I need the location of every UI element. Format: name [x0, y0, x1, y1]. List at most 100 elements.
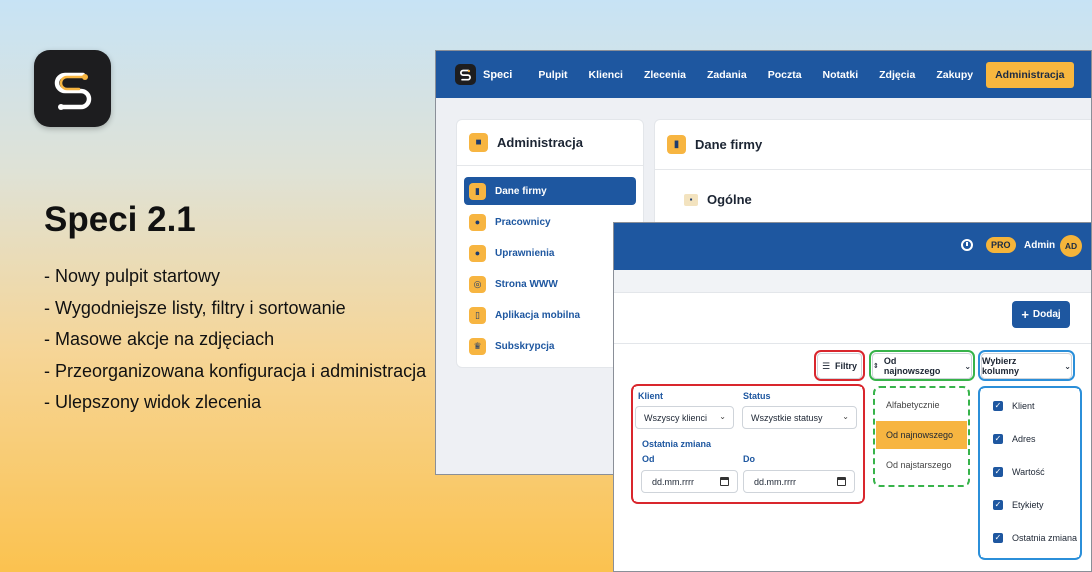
nav-klienci[interactable]: Klienci	[589, 69, 623, 81]
checkbox-checked-icon[interactable]: ✓	[993, 466, 1003, 477]
from-label: Od	[642, 454, 655, 464]
column-option-etykiety[interactable]: ✓ Etykiety	[981, 488, 1079, 521]
add-button[interactable]: + Dodaj	[1012, 301, 1070, 328]
date-to-input[interactable]: dd.mm.rrrr	[743, 470, 855, 493]
divider	[614, 343, 1091, 344]
sidebar-item-aplikacja-mobilna[interactable]: ▯ Aplikacja mobilna	[464, 301, 636, 329]
top-bar: PRO Admin AD	[614, 223, 1091, 270]
add-button-label: Dodaj	[1032, 309, 1061, 320]
speci-logo-mark	[54, 72, 91, 110]
nav-zdjecia[interactable]: Zdjęcia	[879, 69, 915, 81]
chevron-down-icon: ⌄	[964, 361, 972, 371]
columns-select[interactable]: Wybierz kolumny ⌄	[981, 353, 1072, 379]
column-option-label: Klient	[1012, 400, 1035, 411]
client-select[interactable]: Wszyscy klienci ⌄	[635, 406, 734, 429]
column-option-ostatnia-zmiana[interactable]: ✓ Ostatnia zmiana	[981, 521, 1079, 554]
sort-option-oldest[interactable]: Od najstarszego	[876, 451, 967, 479]
column-option-klient[interactable]: ✓ Klient	[981, 389, 1079, 422]
last-change-label: Ostatnia zmiana	[642, 439, 712, 449]
top-navigation: Speci Pulpit Klienci Zlecenia Zadania Po…	[436, 51, 1091, 98]
pro-badge: PRO	[986, 237, 1016, 253]
sort-select[interactable]: ⇕ Od najnowszego ⌄	[872, 353, 972, 379]
filters-button-label: Filtry	[835, 361, 858, 371]
chevron-down-icon: ⌄	[1064, 361, 1071, 371]
status-select[interactable]: Wszystkie statusy ⌄	[742, 406, 857, 429]
brand[interactable]: Speci	[455, 64, 512, 85]
nav-zlecenia[interactable]: Zlecenia	[644, 69, 686, 81]
building-icon: ▮	[469, 182, 486, 200]
sidebar-item-strona-www[interactable]: ◎ Strona WWW	[464, 270, 636, 298]
checkbox-checked-icon[interactable]: ✓	[993, 499, 1003, 510]
globe-icon: ◎	[469, 275, 486, 293]
chevron-down-icon: ⌄	[719, 412, 726, 421]
nav-poczta[interactable]: Poczta	[768, 69, 802, 81]
column-option-label: Ostatnia zmiana	[1012, 532, 1078, 543]
promo-title: Speci 2.1	[44, 200, 196, 239]
section-title: Ogólne	[707, 192, 752, 207]
chevron-down-icon: ⌄	[842, 412, 849, 421]
calendar-icon[interactable]	[837, 477, 846, 486]
filters-button[interactable]: ☰ Filtry	[817, 353, 862, 379]
sidebar-header: ■ Administracja	[457, 120, 643, 166]
list-window: PRO Admin AD + Dodaj ☰ Filtry ⇕ Od najno…	[613, 222, 1092, 572]
main-card-title: Dane firmy	[695, 137, 763, 152]
user-name[interactable]: Admin	[1024, 240, 1055, 251]
nav-zadania[interactable]: Zadania	[707, 69, 747, 81]
briefcase-icon: ■	[469, 133, 488, 152]
sort-icon: ⇕	[873, 363, 879, 370]
users-icon: ●	[469, 213, 486, 231]
nav-administracja[interactable]: Administracja	[986, 61, 1074, 88]
column-option-adres[interactable]: ✓ Adres	[981, 422, 1079, 455]
status-label: Status	[743, 391, 771, 401]
column-option-label: Adres	[1012, 433, 1036, 444]
sort-option-alphabetical[interactable]: Alfabetycznie	[876, 391, 967, 419]
feature-item: - Nowy pulpit startowy	[44, 266, 221, 286]
column-option-wartosc[interactable]: ✓ Wartość	[981, 455, 1079, 488]
sidebar-item-pracownicy[interactable]: ● Pracownicy	[464, 208, 636, 236]
main-card-header: ▮ Dane firmy	[655, 120, 1091, 170]
sidebar-item-label: Uprawnienia	[495, 247, 555, 259]
columns-menu: ✓ Klient ✓ Adres ✓ Wartość ✓ Etykiety ✓ …	[981, 389, 1079, 557]
client-select-value: Wszyscy klienci	[644, 412, 708, 423]
nav-pulpit[interactable]: Pulpit	[538, 69, 567, 81]
plus-icon: +	[1021, 307, 1029, 322]
building-icon: ▮	[667, 135, 686, 154]
sidebar-item-subskrypcja[interactable]: ♛ Subskrypcja	[464, 332, 636, 360]
sidebar-item-label: Aplikacja mobilna	[495, 309, 581, 321]
sidebar-item-label: Strona WWW	[495, 278, 558, 290]
section-general: ▪ Ogólne	[684, 192, 752, 207]
feature-item: - Masowe akcje na zdjęciach	[44, 329, 275, 349]
filter-panel: Klient Status Wszyscy klienci ⌄ Wszystki…	[634, 387, 862, 501]
speci-logo	[34, 50, 111, 127]
sidebar-title: Administracja	[497, 135, 583, 150]
column-option-label: Etykiety	[1012, 499, 1044, 510]
brand-name: Speci	[483, 68, 513, 81]
sort-menu: Alfabetycznie Od najnowszego Od najstars…	[876, 389, 967, 484]
feature-list: - Nowy pulpit startowy - Wygodniejsze li…	[44, 266, 426, 424]
date-to-value: dd.mm.rrrr	[754, 476, 796, 487]
client-label: Klient	[638, 391, 664, 401]
sidebar-item-uprawnienia[interactable]: ● Uprawnienia	[464, 239, 636, 267]
nav-notatki[interactable]: Notatki	[823, 69, 859, 81]
sliders-icon: ☰	[821, 360, 831, 371]
checkbox-checked-icon[interactable]: ✓	[993, 400, 1003, 411]
columns-select-label: Wybierz kolumny	[982, 356, 1020, 376]
sort-option-newest[interactable]: Od najnowszego	[876, 421, 967, 449]
date-from-input[interactable]: dd.mm.rrrr	[641, 470, 738, 493]
clock-icon[interactable]	[961, 239, 973, 251]
calendar-icon[interactable]	[720, 477, 729, 486]
feature-item: - Ulepszony widok zlecenia	[44, 392, 262, 412]
checkbox-checked-icon[interactable]: ✓	[993, 532, 1003, 543]
crown-icon: ♛	[469, 337, 486, 355]
brand-logo-icon	[455, 64, 476, 85]
nav-zakupy[interactable]: Zakupy	[936, 69, 973, 81]
status-select-value: Wszystkie statusy	[751, 412, 823, 423]
mobile-icon: ▯	[469, 306, 486, 324]
feature-item: - Wygodniejsze listy, filtry i sortowani…	[44, 297, 346, 318]
user-key-icon: ●	[469, 244, 486, 262]
sidebar-item-dane-firmy[interactable]: ▮ Dane firmy	[464, 177, 636, 205]
column-option-label: Wartość	[1012, 466, 1045, 477]
sidebar-item-label: Pracownicy	[495, 216, 551, 228]
avatar[interactable]: AD	[1060, 235, 1082, 257]
checkbox-checked-icon[interactable]: ✓	[993, 433, 1003, 444]
